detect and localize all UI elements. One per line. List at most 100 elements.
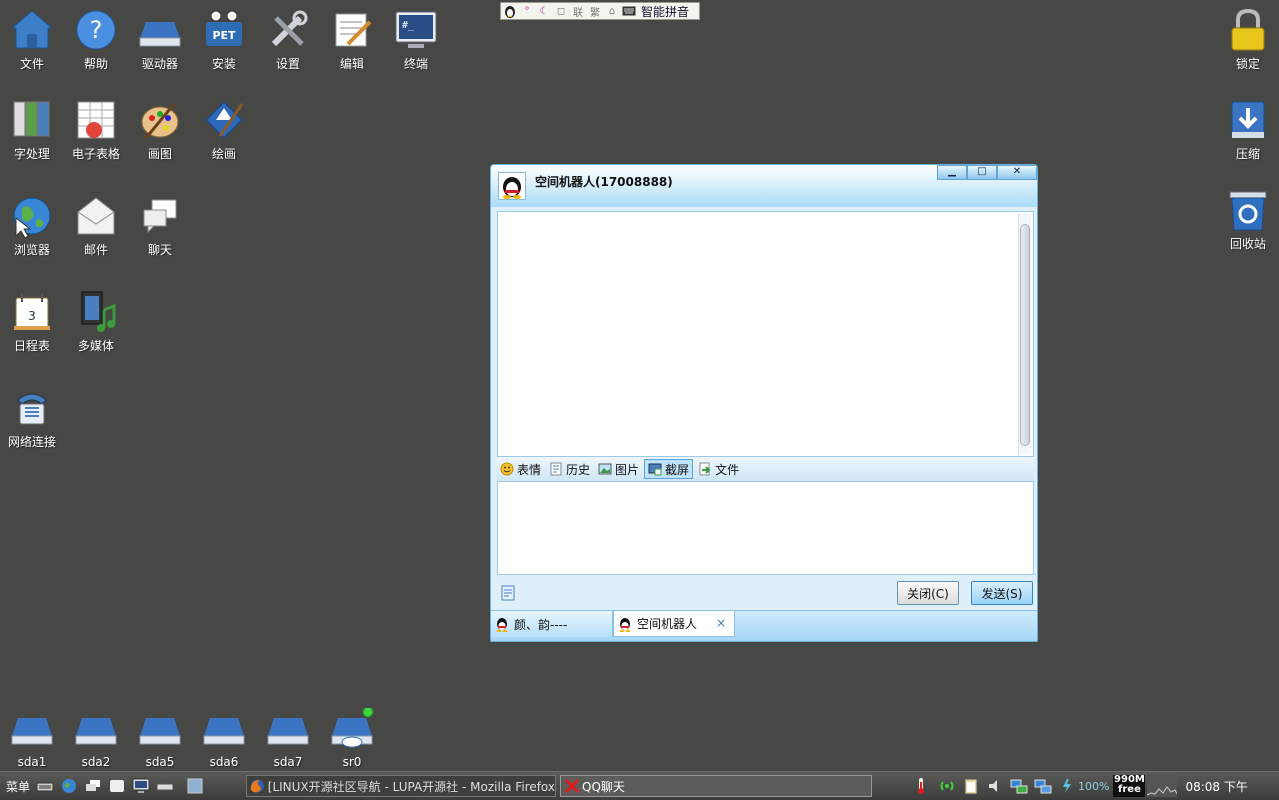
thermometer-icon[interactable] [912, 777, 930, 795]
message-history-area[interactable] [497, 211, 1034, 457]
drive-icon [203, 718, 245, 745]
desktop-icon-label: 邮件 [83, 243, 108, 257]
chat-icon[interactable] [84, 777, 102, 795]
traditional-icon[interactable]: 繁 [587, 3, 603, 19]
close-window-button[interactable]: ✕ [997, 165, 1037, 180]
memory-monitor[interactable]: 990M free [1113, 775, 1146, 797]
drive-small-icon[interactable] [156, 777, 174, 795]
tool-label: 图片 [615, 462, 640, 477]
drive-sda7[interactable]: sda7 [256, 708, 320, 769]
drive-label: sda2 [81, 755, 111, 769]
desktop-icon-network[interactable]: 网络连接 [0, 386, 64, 450]
send-button[interactable]: 发送(S) [971, 581, 1033, 605]
drive-sda1[interactable]: sda1 [0, 708, 64, 769]
cpu-graph-icon[interactable] [1147, 775, 1178, 797]
optical-drive-icon [331, 708, 374, 748]
monitor-icon[interactable] [132, 777, 150, 795]
desktop-icon-label: 聊天 [147, 243, 172, 257]
window-title: 空间机器人(17008888) [535, 175, 673, 189]
desktop-icon-drive[interactable]: 驱动器 [128, 8, 192, 72]
desktop-icon-help[interactable]: ? 帮助 [64, 8, 128, 72]
window-icon[interactable] [108, 777, 126, 795]
desktop-icon-paint[interactable]: 画图 [128, 98, 192, 162]
window-titlebar[interactable]: 空间机器人(17008888) ▁ □ ✕ [491, 165, 1037, 207]
calendar-day: 3 [28, 309, 36, 323]
battery-percent: 100% [1078, 779, 1110, 793]
desktop-icon-mail[interactable]: 邮件 [64, 194, 128, 258]
task-label: QQ聊天 [582, 779, 625, 794]
network-icon[interactable] [1010, 777, 1028, 795]
desktop-icon-calendar[interactable]: 3 日程表 [0, 290, 64, 354]
tool-emoticon[interactable]: 表情 [497, 459, 544, 479]
maximize-button[interactable]: □ [967, 165, 997, 180]
desktop-icon-multimedia[interactable]: 多媒体 [64, 290, 128, 354]
desktop-icon-file[interactable]: 文件 [0, 8, 64, 72]
qq-red-x-icon [564, 778, 580, 794]
network-connections-icon[interactable] [1034, 777, 1052, 795]
minimize-button[interactable]: ▁ [937, 165, 967, 180]
close-button[interactable]: 关闭(C) [897, 581, 959, 605]
tool-history[interactable]: 历史 [546, 459, 593, 479]
desktop-icon-label: 多媒体 [77, 339, 114, 353]
simplified-icon[interactable]: 联 [570, 3, 586, 19]
keyboard-layout-icon[interactable] [36, 777, 54, 795]
chat-icon [143, 199, 177, 234]
desktop-icon-spreadsheet[interactable]: 电子表格 [64, 98, 128, 162]
close-icon: ✕ [1012, 166, 1022, 177]
avatar[interactable] [498, 172, 526, 200]
desktop-icon-install[interactable]: PET 安装 [192, 8, 256, 72]
emoticon-icon [500, 462, 514, 476]
tab-chat-yanyun[interactable]: 颜、韵---- [491, 611, 613, 637]
task-qq-chat[interactable]: QQ聊天 [560, 775, 872, 797]
task-firefox[interactable]: [LINUX开源社区导航 - LUPA开源社 - Mozilla Firefox [246, 775, 556, 797]
scrollbar-thumb[interactable] [1020, 224, 1030, 446]
clock[interactable]: 08:08 下午 [1185, 778, 1247, 795]
svg-text:PET: PET [212, 29, 236, 42]
drive-sda6[interactable]: sda6 [192, 708, 256, 769]
tab-chat-robot[interactable]: 空间机器人 × [613, 611, 735, 637]
tool-label: 历史 [566, 462, 591, 477]
drive-sda5[interactable]: sda5 [128, 708, 192, 769]
draw-icon [205, 101, 244, 139]
ime-lock-icon[interactable]: ⌂ [604, 3, 620, 19]
file-manager-icon [10, 10, 54, 49]
moon-icon[interactable]: ☾ [536, 3, 552, 19]
tool-picture[interactable]: 图片 [595, 459, 642, 479]
drive-icon [139, 718, 181, 745]
desktop-icon-label: 终端 [403, 57, 428, 71]
drive-sda2[interactable]: sda2 [64, 708, 128, 769]
keyboard-icon[interactable] [621, 3, 637, 19]
desktop-icon-terminal[interactable]: #_ 终端 [384, 8, 448, 72]
svg-text:?: ? [90, 16, 103, 44]
punctuation-icon[interactable]: ° [519, 3, 535, 19]
clipboard-icon[interactable] [962, 777, 980, 795]
desktop-icon-lock[interactable]: 锁定 [1216, 8, 1279, 72]
browser-globe-icon[interactable] [60, 777, 78, 795]
desktop-icon-trash[interactable]: 回收站 [1216, 188, 1279, 252]
tool-file[interactable]: 文件 [695, 459, 742, 479]
tab-close-icon[interactable]: × [716, 616, 726, 630]
desktop-icon-browser[interactable]: 浏览器 [0, 194, 64, 258]
scrollbar[interactable] [1018, 214, 1031, 454]
start-menu-button[interactable]: 菜单 [0, 778, 36, 795]
volume-icon[interactable] [986, 777, 1004, 795]
message-input[interactable] [497, 481, 1034, 575]
battery-icon[interactable] [1058, 777, 1076, 795]
ime-name[interactable]: 智能拼音 [641, 3, 689, 20]
calendar-icon: 3 [14, 294, 50, 330]
settings-tools-icon [271, 10, 308, 47]
desktop-icon-draw[interactable]: 绘画 [192, 98, 256, 162]
penguin-icon[interactable] [502, 3, 518, 19]
desktop-icon-label: 浏览器 [13, 243, 50, 257]
desktop-icon-settings[interactable]: 设置 [256, 8, 320, 72]
desktop-icon-editor[interactable]: 编辑 [320, 8, 384, 72]
tool-screenshot[interactable]: 截屏 [644, 459, 694, 479]
desktop-icon-chat[interactable]: 聊天 [128, 194, 192, 258]
desktop-icon-archive[interactable]: 压缩 [1216, 98, 1279, 162]
show-desktop-icon[interactable] [186, 777, 204, 795]
drive-sr0[interactable]: sr0 [320, 708, 384, 769]
wireless-icon[interactable] [938, 777, 956, 795]
desktop-icon-wordprocessor[interactable]: 字处理 [0, 98, 64, 162]
half-width-icon[interactable]: ◻ [553, 3, 569, 19]
message-log-icon[interactable] [499, 584, 517, 602]
